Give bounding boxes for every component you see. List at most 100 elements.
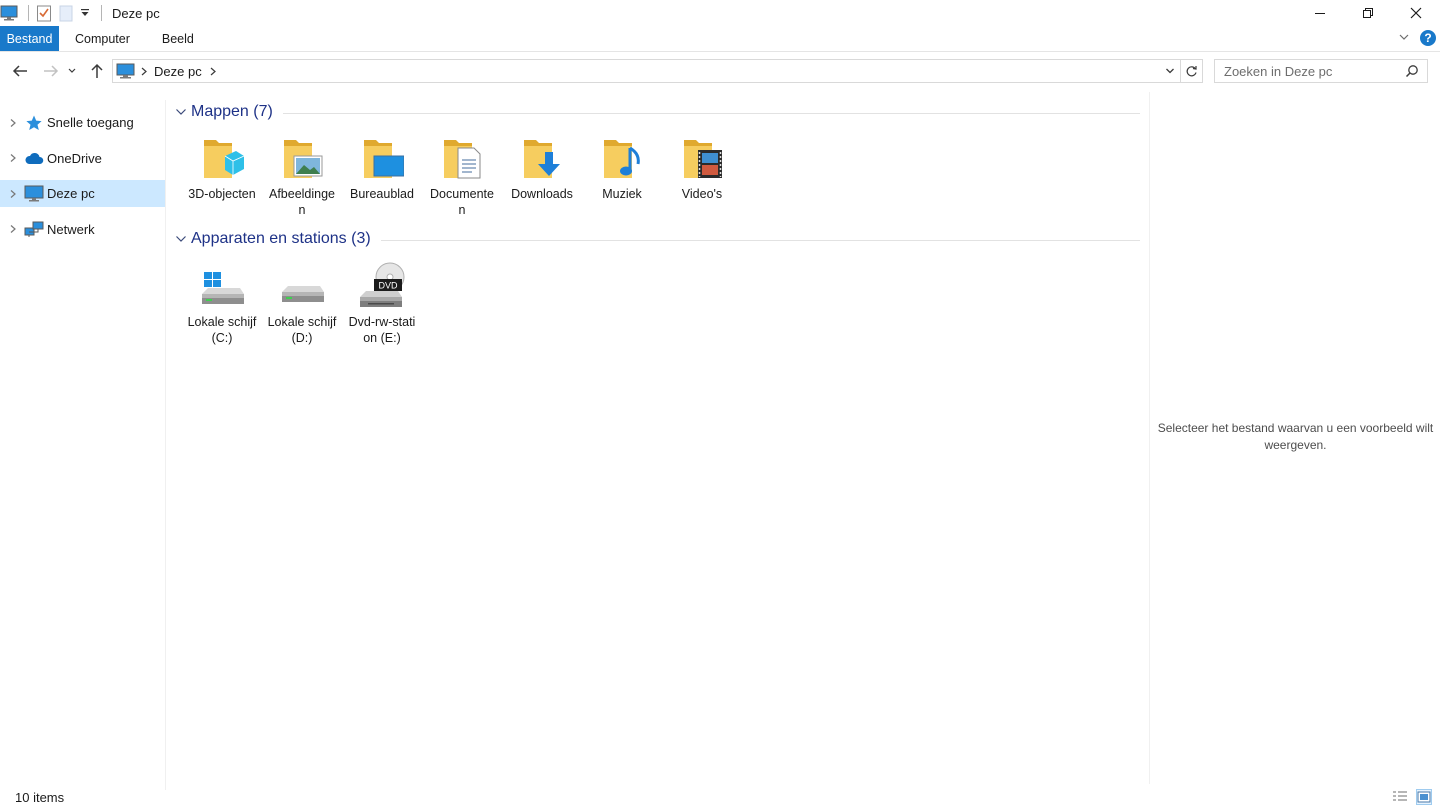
tile-label: Dvd-rw-station (E:) bbox=[348, 315, 416, 345]
tile-label: Lokale schijf (C:) bbox=[187, 315, 257, 345]
group-divider bbox=[282, 112, 1140, 114]
tab-bestand[interactable]: Bestand bbox=[0, 26, 59, 51]
folder-tile-muziek[interactable]: Muziek bbox=[582, 132, 662, 218]
videos-folder-icon bbox=[678, 132, 726, 184]
tile-label: Afbeeldingen bbox=[268, 187, 336, 217]
address-bar[interactable]: Deze pc bbox=[112, 59, 1203, 83]
folder-tile-videos[interactable]: Video's bbox=[662, 132, 742, 218]
network-icon bbox=[24, 220, 44, 238]
preview-message: Selecteer het bestand waarvan u een voor… bbox=[1157, 421, 1434, 452]
tile-label: Video's bbox=[681, 187, 723, 201]
expand-ribbon-icon[interactable] bbox=[1398, 31, 1410, 46]
cloud-icon bbox=[24, 149, 44, 167]
window-title: Deze pc bbox=[112, 5, 160, 21]
tile-label: 3D-objecten bbox=[188, 187, 256, 201]
nav-item-netwerk[interactable]: Netwerk bbox=[0, 216, 165, 243]
ribbon-right-controls: ? bbox=[1398, 30, 1436, 46]
nav-item-deze-pc[interactable]: Deze pc bbox=[0, 180, 165, 207]
new-folder-icon[interactable] bbox=[57, 4, 75, 22]
minimize-button[interactable] bbox=[1296, 0, 1344, 26]
refresh-icon bbox=[1186, 65, 1197, 76]
breadcrumb-deze-pc[interactable]: Deze pc bbox=[154, 64, 202, 79]
drive-icon bbox=[278, 260, 326, 312]
separator bbox=[28, 5, 29, 21]
item-count: 10 items bbox=[15, 790, 65, 805]
drive-tile-c[interactable]: Lokale schijf (C:) bbox=[182, 260, 262, 346]
preview-pane: Selecteer het bestand waarvan u een voor… bbox=[1149, 92, 1440, 784]
expand-chevron-icon[interactable] bbox=[6, 187, 20, 201]
nav-item-onedrive[interactable]: OneDrive bbox=[0, 145, 165, 172]
group-title: Apparaten en stations (3) bbox=[191, 230, 371, 247]
minimize-icon bbox=[1315, 13, 1325, 14]
recent-locations-button[interactable] bbox=[65, 60, 79, 82]
drive-tile-d[interactable]: Lokale schijf (D:) bbox=[262, 260, 342, 346]
back-button[interactable] bbox=[9, 60, 31, 82]
refresh-button[interactable] bbox=[1180, 60, 1202, 82]
tab-computer[interactable]: Computer bbox=[59, 26, 146, 51]
expand-chevron-icon[interactable] bbox=[6, 222, 20, 236]
help-icon[interactable]: ? bbox=[1420, 30, 1436, 46]
tile-label: Documenten bbox=[430, 187, 494, 217]
folder-tile-afbeeldingen[interactable]: Afbeeldingen bbox=[262, 132, 342, 218]
collapse-chevron-icon[interactable] bbox=[174, 105, 188, 119]
folder-tile-3d-objecten[interactable]: 3D-objecten bbox=[182, 132, 262, 218]
nav-item-label: Netwerk bbox=[47, 221, 95, 237]
details-view-icon[interactable] bbox=[1392, 789, 1408, 805]
search-box[interactable] bbox=[1214, 59, 1428, 83]
device-tiles: Lokale schijf (C:) Lokale schijf (D:) DV… bbox=[182, 260, 422, 346]
restore-button[interactable] bbox=[1344, 0, 1392, 26]
title-bar: Deze pc bbox=[0, 0, 1440, 26]
search-input[interactable] bbox=[1224, 63, 1404, 79]
tab-beeld[interactable]: Beeld bbox=[146, 26, 210, 51]
view-switcher bbox=[1392, 789, 1432, 805]
folder-tiles: 3D-objecten Afbeeldingen Bureaublad Docu… bbox=[182, 132, 742, 218]
desktop-folder-icon bbox=[358, 132, 406, 184]
folder-tile-downloads[interactable]: Downloads bbox=[502, 132, 582, 218]
navigation-pane: Snelle toegang OneDrive Deze pc Netwerk bbox=[0, 100, 166, 790]
folder-tile-bureaublad[interactable]: Bureaublad bbox=[342, 132, 422, 218]
ribbon-tabs: Bestand Computer Beeld ? bbox=[0, 26, 1440, 52]
tile-label: Downloads bbox=[511, 187, 573, 201]
group-header-mappen[interactable]: Mappen (7) bbox=[174, 101, 1140, 123]
breadcrumb-separator-icon[interactable] bbox=[141, 67, 147, 76]
nav-item-label: OneDrive bbox=[47, 150, 102, 166]
collapse-chevron-icon[interactable] bbox=[174, 232, 188, 246]
window-controls bbox=[1296, 0, 1440, 26]
3d-objects-folder-icon bbox=[198, 132, 246, 184]
star-icon bbox=[24, 114, 44, 132]
computer-icon bbox=[116, 63, 135, 79]
navigation-bar: Deze pc bbox=[0, 56, 1440, 86]
forward-button[interactable] bbox=[40, 60, 62, 82]
close-button[interactable] bbox=[1392, 0, 1440, 26]
expand-chevron-icon[interactable] bbox=[6, 151, 20, 165]
up-button[interactable] bbox=[86, 60, 108, 82]
breadcrumb-separator-icon[interactable] bbox=[210, 67, 216, 76]
pictures-folder-icon bbox=[278, 132, 326, 184]
drive-tile-e[interactable]: DVD Dvd-rw-station (E:) bbox=[342, 260, 422, 346]
back-arrow-icon bbox=[12, 65, 27, 77]
nav-item-snelle-toegang[interactable]: Snelle toegang bbox=[0, 109, 165, 136]
group-divider bbox=[380, 239, 1140, 241]
close-icon bbox=[1410, 7, 1422, 19]
up-arrow-icon bbox=[91, 63, 103, 78]
windows-drive-icon bbox=[198, 260, 246, 312]
expand-chevron-icon[interactable] bbox=[6, 116, 20, 130]
group-header-apparaten[interactable]: Apparaten en stations (3) bbox=[174, 228, 1140, 250]
search-icon[interactable] bbox=[1405, 64, 1419, 81]
documents-folder-icon bbox=[438, 132, 486, 184]
computer-icon[interactable] bbox=[0, 4, 18, 22]
tile-label: Lokale schijf (D:) bbox=[267, 315, 337, 345]
downloads-folder-icon bbox=[518, 132, 566, 184]
chevron-down-icon bbox=[68, 68, 76, 73]
svg-text:DVD: DVD bbox=[378, 281, 398, 291]
folder-tile-documenten[interactable]: Documenten bbox=[422, 132, 502, 218]
tile-label: Muziek bbox=[602, 187, 642, 201]
properties-icon[interactable] bbox=[35, 4, 53, 22]
separator bbox=[101, 5, 102, 21]
chevron-down-icon bbox=[1166, 68, 1174, 74]
large-icons-view-icon[interactable] bbox=[1416, 789, 1432, 805]
address-history-button[interactable] bbox=[1160, 60, 1180, 82]
quick-access-toolbar bbox=[0, 0, 108, 26]
customize-dropdown-icon[interactable] bbox=[79, 4, 91, 22]
dvd-drive-icon: DVD bbox=[358, 260, 406, 312]
